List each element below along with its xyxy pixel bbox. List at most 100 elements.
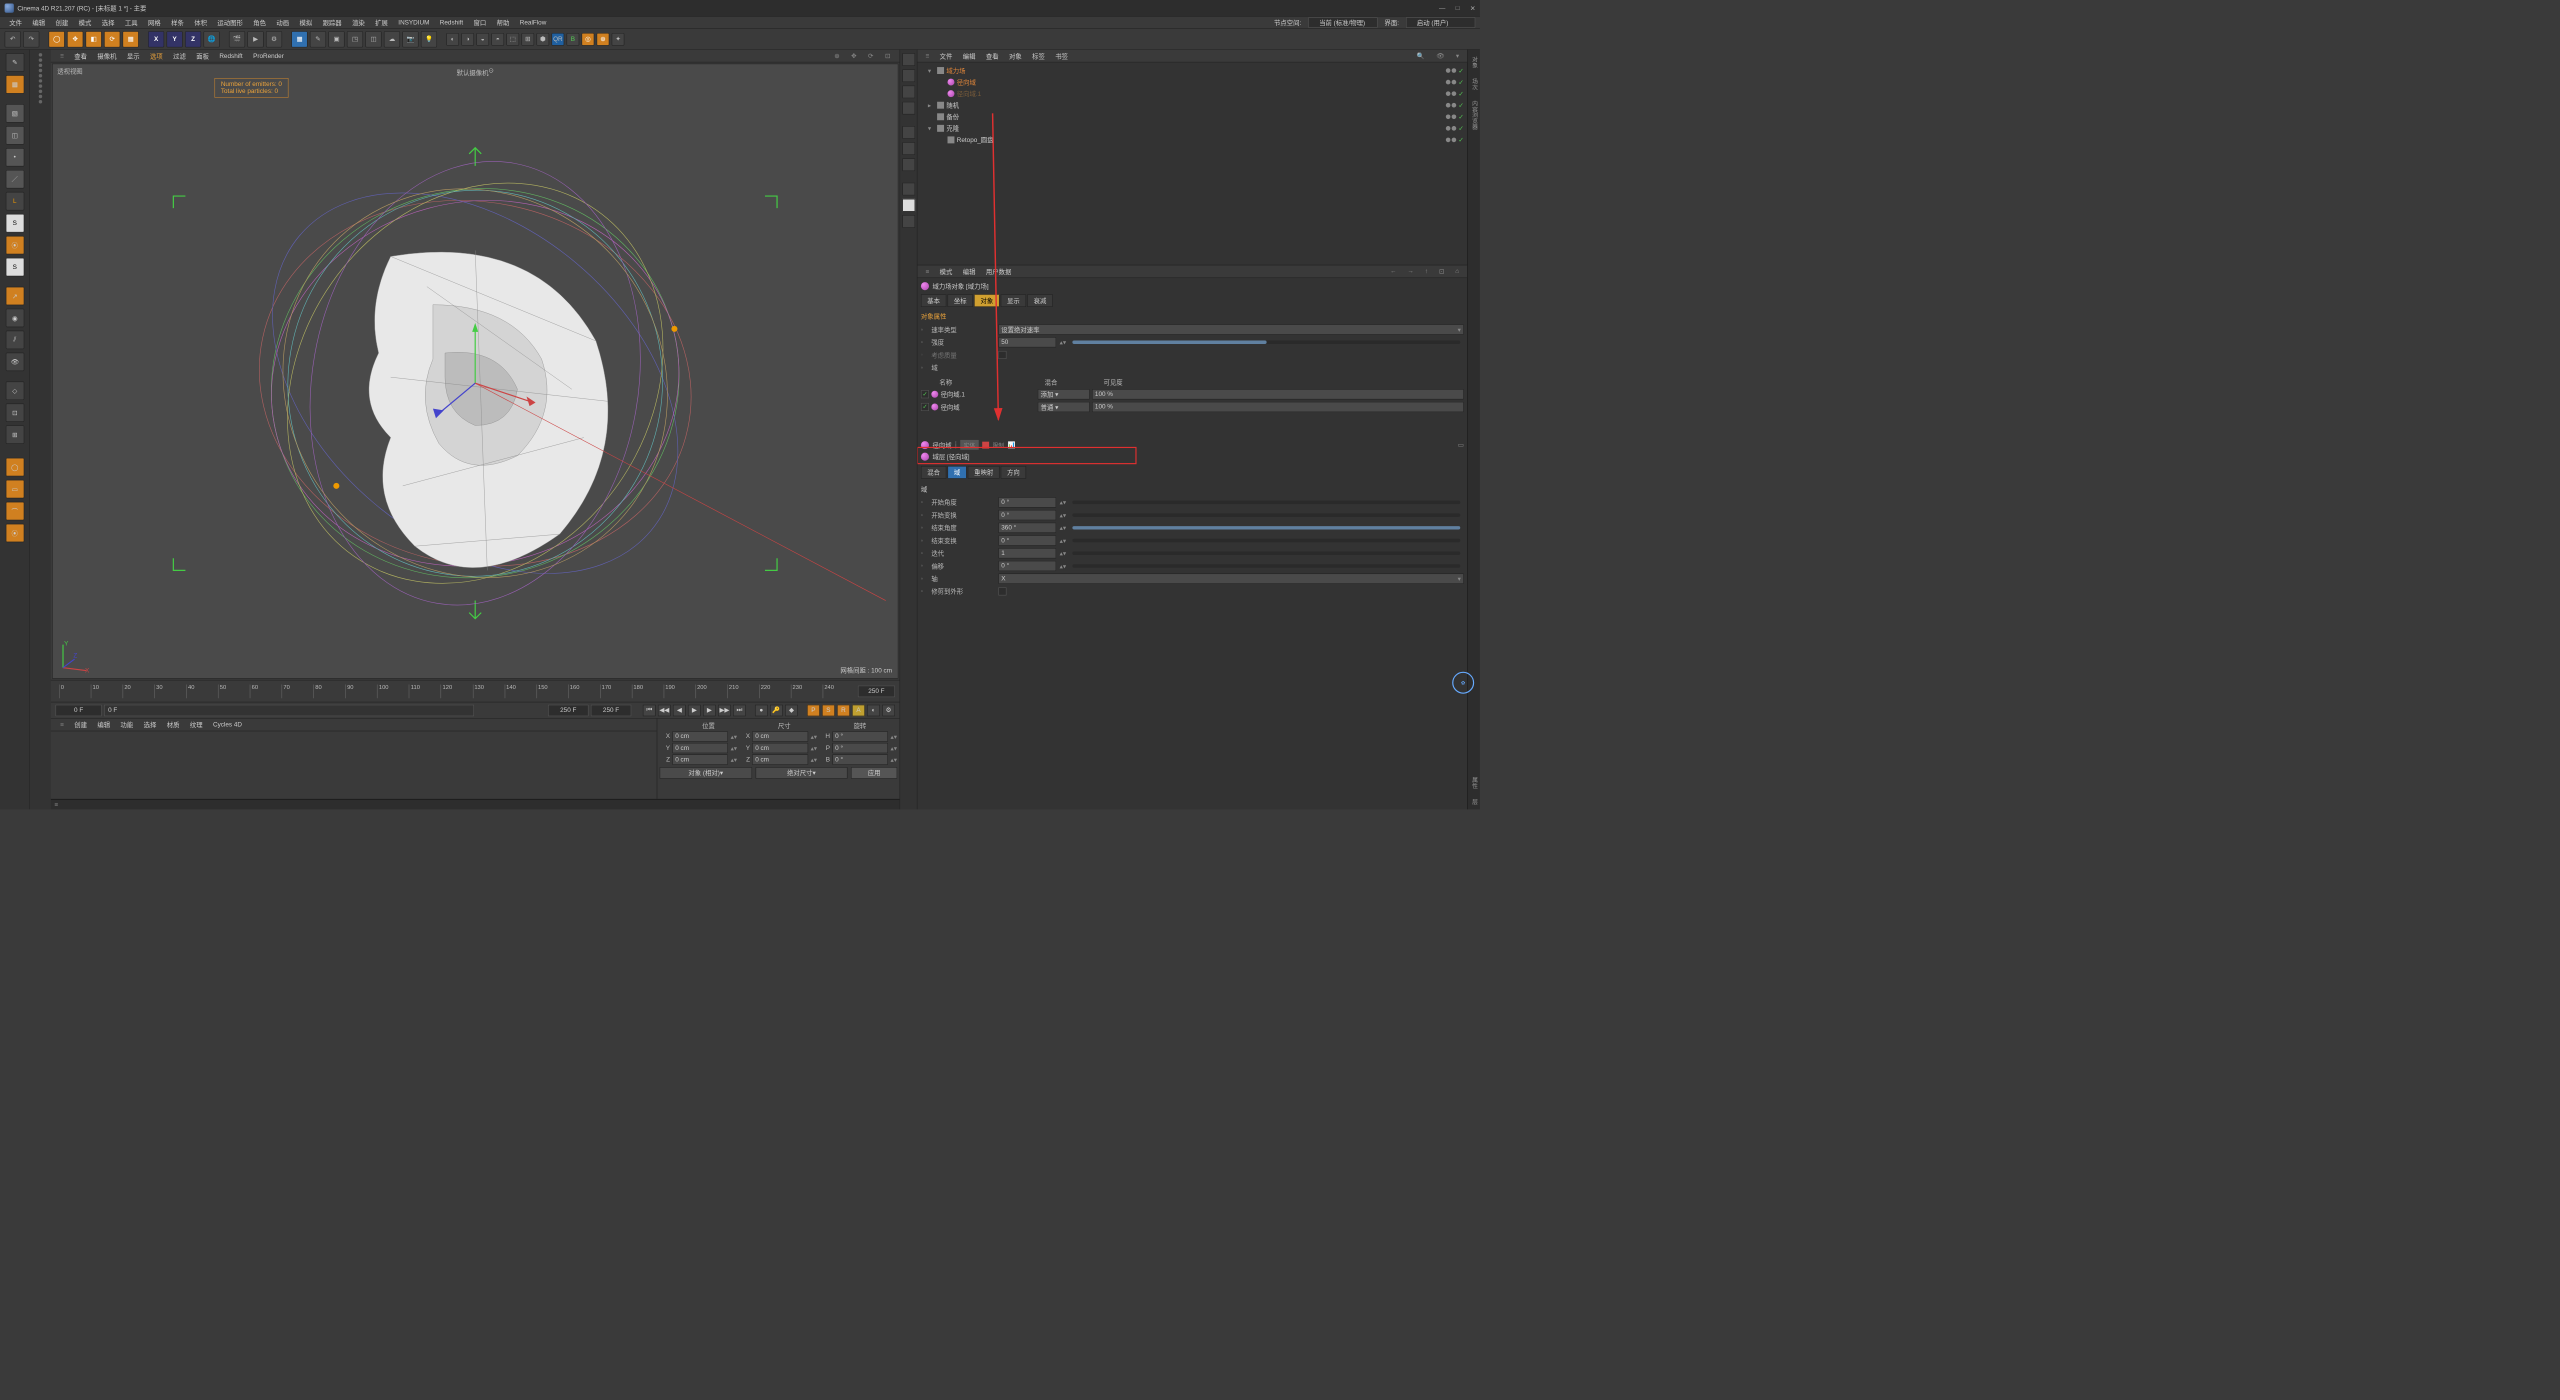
extra-4-icon[interactable]: ◓ bbox=[491, 33, 504, 46]
snap-icon[interactable]: ◇ bbox=[5, 382, 23, 400]
subtab-remap[interactable]: 重映射 bbox=[968, 466, 1000, 479]
lock-y-icon[interactable]: Y bbox=[166, 31, 182, 47]
render-view-icon[interactable]: 🎬 bbox=[229, 31, 245, 47]
field-slider[interactable] bbox=[1072, 552, 1460, 555]
key-opt-icon[interactable]: ⚙ bbox=[882, 704, 895, 716]
vp-menu-panel[interactable]: 面板 bbox=[192, 50, 214, 62]
menu-mograph[interactable]: 运动图形 bbox=[213, 17, 248, 29]
menu-render[interactable]: 渲染 bbox=[347, 17, 369, 29]
redo-icon[interactable]: ↷ bbox=[23, 31, 39, 47]
qr-icon[interactable]: QR bbox=[552, 33, 565, 46]
field-slider[interactable] bbox=[1072, 539, 1460, 542]
mass-checkbox[interactable] bbox=[998, 351, 1006, 359]
layer-collapse-icon[interactable]: ▭ bbox=[1458, 441, 1464, 449]
extra-1-icon[interactable]: ◐ bbox=[446, 33, 459, 46]
am-fwd-icon[interactable]: → bbox=[1403, 267, 1419, 277]
om-filter-icon[interactable]: ▾ bbox=[1451, 51, 1463, 61]
extra-10-icon[interactable]: ⊕ bbox=[597, 33, 610, 46]
menu-animate[interactable]: 动画 bbox=[272, 17, 294, 29]
am-home-icon[interactable]: ⌂ bbox=[1451, 267, 1464, 277]
visibility-check-icon[interactable]: ✓ bbox=[1458, 125, 1463, 133]
menu-character[interactable]: 角色 bbox=[249, 17, 271, 29]
coord-mode-dropdown[interactable]: 对象 (相对) ▾ bbox=[660, 767, 752, 779]
strip-9-icon[interactable] bbox=[902, 199, 915, 212]
menu-redshift[interactable]: Redshift bbox=[435, 18, 468, 27]
clip-checkbox[interactable] bbox=[998, 587, 1006, 595]
vp-menu-prorender[interactable]: ProRender bbox=[248, 51, 288, 60]
strip-2-icon[interactable] bbox=[902, 69, 915, 82]
dock-tab-2[interactable]: 场次 bbox=[1468, 74, 1479, 95]
play-icon[interactable]: ▶ bbox=[703, 704, 716, 716]
workplane-3-icon[interactable]: ▭ bbox=[5, 480, 23, 498]
pos-Y-field[interactable]: 0 cm bbox=[672, 743, 728, 753]
mat-tab-create[interactable]: 创建 bbox=[70, 719, 92, 731]
field-input[interactable]: 0 ° bbox=[998, 535, 1056, 545]
menu-mesh[interactable]: 网格 bbox=[143, 17, 165, 29]
layer-anim-icon[interactable]: 📊 bbox=[1008, 441, 1016, 449]
coord-size-dropdown[interactable]: 绝对尺寸 ▾ bbox=[755, 767, 847, 779]
size-Y-field[interactable]: 0 cm bbox=[752, 743, 808, 753]
domain-visibility-field[interactable]: 100 % bbox=[1092, 389, 1464, 399]
strip-1-icon[interactable] bbox=[902, 53, 915, 66]
domain-blend-dropdown[interactable]: 普通 ▾ bbox=[1038, 402, 1090, 412]
workplane-4-icon[interactable]: ⌒ bbox=[5, 502, 23, 520]
vp-menu-display[interactable]: 显示 bbox=[122, 50, 144, 62]
menu-edit[interactable]: 编辑 bbox=[28, 17, 50, 29]
rate-type-dropdown[interactable]: 设置绝对速率 bbox=[998, 324, 1463, 334]
snap-3-icon[interactable]: ⊞ bbox=[5, 425, 23, 443]
domain-visibility-field[interactable]: 100 % bbox=[1092, 402, 1464, 412]
mat-tab-func[interactable]: 功能 bbox=[116, 719, 138, 731]
key-pos-icon[interactable]: P bbox=[807, 704, 820, 716]
goto-end-icon[interactable]: ⏭ bbox=[733, 704, 746, 716]
last-tool-icon[interactable]: ▦ bbox=[123, 31, 139, 47]
am-menu-userdata[interactable]: 用户数据 bbox=[981, 266, 1016, 278]
domain-row[interactable]: ✓ 径向域 普通 ▾ 100 % bbox=[921, 401, 1464, 414]
coord-apply-button[interactable]: 应用 bbox=[851, 767, 897, 779]
size-X-field[interactable]: 0 cm bbox=[752, 731, 808, 741]
om-menu-file[interactable]: 文件 bbox=[935, 50, 957, 62]
om-menu-edit[interactable]: 编辑 bbox=[958, 50, 980, 62]
strip-3-icon[interactable] bbox=[902, 86, 915, 99]
extra-8-icon[interactable]: B bbox=[567, 33, 580, 46]
tag-solid[interactable]: 实体 bbox=[960, 440, 978, 450]
vp-nav-2-icon[interactable]: ✥ bbox=[847, 51, 862, 61]
tab-falloff[interactable]: 衰减 bbox=[1027, 294, 1052, 307]
dock-tab-5[interactable]: 层 bbox=[1468, 794, 1479, 809]
axis-palette-icon[interactable]: ↗ bbox=[5, 287, 23, 305]
snap-2-icon[interactable]: ⊡ bbox=[5, 404, 23, 422]
tab-object[interactable]: 对象 bbox=[974, 294, 999, 307]
edge-mode-icon[interactable]: ／ bbox=[5, 170, 23, 188]
field-slider[interactable] bbox=[1072, 564, 1460, 567]
om-eye-icon[interactable]: 👁 bbox=[1432, 51, 1449, 61]
workplane-5-icon[interactable]: ⦿ bbox=[5, 524, 23, 542]
om-search-icon[interactable]: 🔍 bbox=[1412, 51, 1429, 61]
menu-file[interactable]: 文件 bbox=[5, 17, 27, 29]
object-tree[interactable]: ▾ 域力场 ✓ 径向域 ✓ 径向域.1 ✓ ▸ 随机 ✓ 备份 ✓ ▾ bbox=[917, 62, 1467, 264]
rot-B-field[interactable]: 0 ° bbox=[832, 754, 888, 764]
prev-key-icon[interactable]: ◀◀ bbox=[658, 704, 671, 716]
live-select-icon[interactable]: ◯ bbox=[49, 31, 65, 47]
menu-help[interactable]: 帮助 bbox=[492, 17, 514, 29]
select-3-icon[interactable]: S bbox=[5, 258, 23, 276]
strip-5-icon[interactable] bbox=[902, 126, 915, 139]
field-input[interactable]: 0 ° bbox=[998, 510, 1056, 520]
environment-icon[interactable]: ☁ bbox=[384, 31, 400, 47]
minimize-button[interactable]: — bbox=[1439, 4, 1445, 12]
domain-enable-checkbox[interactable]: ✓ bbox=[921, 403, 929, 411]
om-menu-bookmarks[interactable]: 书签 bbox=[1051, 50, 1073, 62]
menu-tracker[interactable]: 跟踪器 bbox=[318, 17, 346, 29]
domain-row[interactable]: ✓ 径向域.1 添加 ▾ 100 % bbox=[921, 388, 1464, 401]
tree-row[interactable]: ▾ 克隆 ✓ bbox=[921, 123, 1464, 135]
range-end-2[interactable]: 250 F bbox=[591, 704, 631, 716]
vp-menu-redshift[interactable]: Redshift bbox=[215, 51, 248, 60]
strip-8-icon[interactable] bbox=[902, 183, 915, 196]
subtab-mix[interactable]: 混合 bbox=[921, 466, 946, 479]
visibility-check-icon[interactable]: ✓ bbox=[1458, 78, 1463, 86]
maximize-button[interactable]: □ bbox=[1456, 4, 1460, 12]
menu-window[interactable]: 窗口 bbox=[469, 17, 491, 29]
vp-menu-options[interactable]: 选项 bbox=[145, 50, 167, 62]
extra-2-icon[interactable]: ◑ bbox=[461, 33, 474, 46]
dock-tab-3[interactable]: 内容浏览器 bbox=[1468, 96, 1479, 134]
field-slider[interactable] bbox=[1072, 501, 1460, 504]
subtab-field[interactable]: 域 bbox=[948, 466, 967, 479]
